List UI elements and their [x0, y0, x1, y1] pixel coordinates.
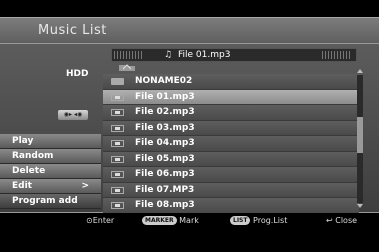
menu-item-label: Delete — [12, 166, 46, 176]
level-meter-left — [114, 51, 144, 59]
music-file-icon — [111, 186, 124, 194]
list-item[interactable]: File 01.mp3 — [103, 89, 359, 105]
list-button-icon: LIST — [230, 216, 251, 225]
menu-item-label: Edit — [12, 181, 32, 191]
main-panel: HDD ◉▸ ◂◉ Play Random Delete Edit > Prog… — [0, 43, 379, 214]
enter-hint: ⊙Enter — [86, 215, 114, 227]
title-bar: Music List — [0, 17, 379, 43]
list-item[interactable]: File 04.mp3 — [103, 136, 359, 152]
playback-badge: ◉▸ ◂◉ — [58, 110, 88, 120]
page-title: Music List — [38, 23, 107, 38]
left-panel: HDD ◉▸ ◂◉ Play Random Delete Edit > Prog… — [0, 44, 101, 212]
menu-item-label: Program add — [12, 196, 78, 206]
music-file-icon — [111, 93, 124, 101]
menu-item-random[interactable]: Random — [0, 149, 101, 164]
enter-label: Enter — [92, 216, 115, 225]
list-item[interactable]: File 07.MP3 — [103, 182, 359, 198]
prog-list-hint: LIST Prog.List — [230, 215, 287, 227]
menu-item-label: Random — [12, 151, 54, 161]
submenu-arrow-icon: > — [81, 181, 89, 191]
parent-folder-icon[interactable] — [117, 63, 137, 72]
options-menu: Play Random Delete Edit > Program add — [0, 134, 101, 209]
marker-button-icon: MARKER — [142, 216, 177, 225]
enter-icon: ⊙ — [86, 216, 93, 225]
menu-item-edit[interactable]: Edit > — [0, 179, 101, 194]
file-list: NONAME02 File 01.mp3 File 02.mp3 File 03… — [103, 74, 359, 214]
scrollbar-thumb[interactable] — [357, 117, 363, 153]
list-item[interactable]: File 06.mp3 — [103, 167, 359, 183]
file-name: File 05.mp3 — [135, 153, 195, 164]
music-list-screen: Music List HDD ◉▸ ◂◉ Play Random Delete … — [0, 0, 379, 252]
file-name: File 02.mp3 — [135, 107, 195, 117]
music-file-icon — [111, 171, 124, 178]
menu-item-program-add[interactable]: Program add — [0, 194, 101, 209]
close-hint: ↩ Close — [326, 215, 357, 227]
music-file-icon — [111, 155, 124, 163]
source-label: HDD — [66, 69, 89, 79]
list-item[interactable]: File 03.mp3 — [103, 120, 359, 136]
menu-item-delete[interactable]: Delete — [0, 164, 101, 179]
scrollbar[interactable] — [357, 75, 363, 203]
file-name: File 04.mp3 — [135, 138, 195, 148]
folder-icon — [111, 78, 124, 85]
file-name: File 07.MP3 — [135, 184, 195, 195]
now-playing-bar: ♫ File 01.mp3 — [111, 48, 357, 62]
list-item[interactable]: NONAME02 — [103, 74, 359, 90]
music-file-icon — [111, 109, 124, 116]
button-guide: ⊙Enter MARKER Mark LIST Prog.List ↩ Clos… — [0, 213, 379, 229]
scroll-up-icon[interactable] — [357, 69, 363, 73]
music-file-icon — [111, 124, 124, 132]
music-note-icon: ♫ — [164, 50, 173, 60]
list-item[interactable]: File 08.mp3 — [103, 198, 359, 214]
close-label: Close — [335, 216, 358, 225]
mark-hint: MARKER Mark — [142, 215, 199, 227]
list-item[interactable]: File 02.mp3 — [103, 105, 359, 121]
file-browser: ♫ File 01.mp3 NONAME02 File 01.mp3 File … — [103, 44, 365, 214]
file-name: NONAME02 — [135, 76, 193, 86]
menu-item-label: Play — [12, 136, 34, 146]
file-name: File 06.mp3 — [135, 169, 195, 179]
scroll-down-icon[interactable] — [357, 204, 363, 208]
mark-label: Mark — [179, 216, 199, 225]
list-item[interactable]: File 05.mp3 — [103, 151, 359, 167]
prog-list-label: Prog.List — [253, 216, 288, 225]
file-name: File 03.mp3 — [135, 122, 195, 133]
music-file-icon — [111, 202, 124, 209]
music-file-icon — [111, 140, 124, 147]
level-meter-right — [322, 51, 350, 59]
file-name: File 01.mp3 — [135, 91, 195, 102]
return-icon: ↩ — [326, 216, 333, 225]
file-name: File 08.mp3 — [135, 200, 195, 210]
menu-item-play[interactable]: Play — [0, 134, 101, 149]
now-playing-track: File 01.mp3 — [178, 50, 231, 60]
